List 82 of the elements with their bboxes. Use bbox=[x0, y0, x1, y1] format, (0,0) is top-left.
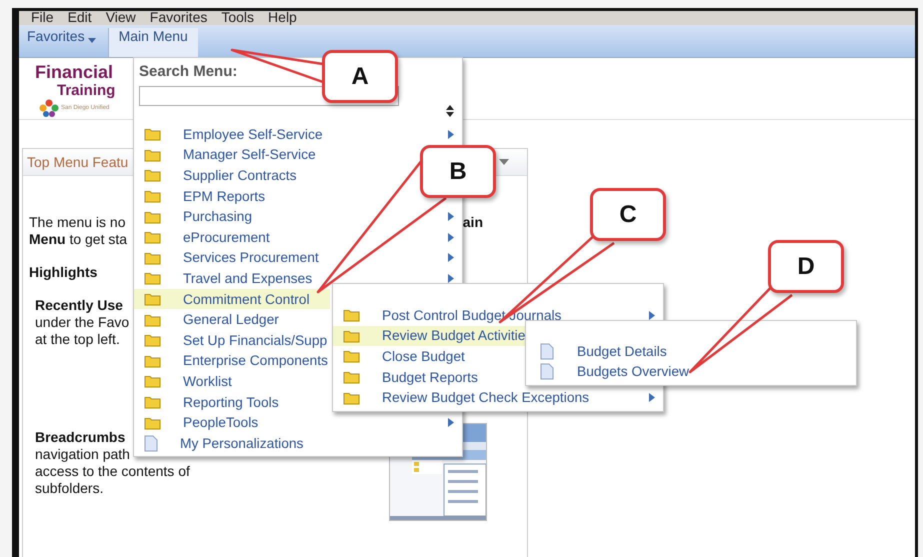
body-text: navigation path bbox=[35, 446, 130, 463]
folder-icon bbox=[144, 416, 161, 430]
menu-bar-item[interactable]: File bbox=[31, 11, 54, 25]
folder-icon bbox=[144, 312, 161, 327]
folder-icon bbox=[144, 250, 161, 265]
menu-item[interactable]: Employee Self-Service bbox=[134, 124, 462, 145]
submenu-arrow-icon bbox=[649, 310, 655, 320]
intro-text: The menu is no bbox=[29, 214, 126, 231]
submenu-arrow-icon bbox=[448, 212, 454, 222]
menu-bar-item[interactable]: Edit bbox=[68, 11, 92, 25]
document-icon bbox=[540, 363, 554, 380]
callout-label: B bbox=[420, 145, 496, 198]
document-icon bbox=[540, 342, 554, 360]
menu-item[interactable]: Close Budget bbox=[333, 346, 465, 367]
submenu-arrow-icon bbox=[649, 393, 655, 402]
menu-item[interactable]: Worklist bbox=[134, 371, 232, 392]
folder-icon bbox=[144, 333, 161, 348]
menu-bar-item[interactable]: Tools bbox=[221, 11, 254, 25]
menu-item[interactable]: My Personalizations bbox=[134, 432, 304, 454]
folder-icon bbox=[343, 308, 360, 322]
intro-text: ain bbox=[462, 214, 483, 231]
menu-item[interactable]: Manager Self-Service bbox=[134, 144, 316, 166]
folder-icon bbox=[144, 271, 161, 286]
dropdown-icon[interactable] bbox=[499, 159, 509, 165]
menu-item[interactable]: Post Control Budget Journals bbox=[333, 305, 663, 326]
body-text: access to the contents of bbox=[35, 463, 190, 480]
menu-bar-item[interactable]: View bbox=[106, 11, 136, 25]
folder-icon bbox=[144, 395, 161, 410]
callout-label: C bbox=[590, 188, 666, 241]
folder-icon bbox=[343, 390, 360, 405]
body-text: subfolders. bbox=[35, 480, 104, 497]
menu-item[interactable]: Budgets Overview bbox=[526, 362, 689, 382]
brand-subtitle: Training bbox=[57, 83, 116, 99]
folder-icon bbox=[144, 148, 161, 162]
folder-icon bbox=[144, 168, 161, 182]
sort-icon[interactable] bbox=[446, 105, 454, 117]
folder-icon bbox=[144, 210, 161, 224]
submenu-arrow-icon bbox=[448, 130, 454, 139]
menu-item[interactable]: Budget Reports bbox=[333, 366, 478, 388]
menu-item[interactable]: General Ledger bbox=[134, 309, 279, 330]
submenu-arrow-icon bbox=[448, 232, 454, 242]
document-icon bbox=[144, 434, 158, 452]
menu-item[interactable]: PeopleTools bbox=[134, 412, 462, 433]
callout-label: D bbox=[768, 240, 844, 293]
callout-label: A bbox=[322, 50, 398, 103]
menu-item[interactable]: Services Procurement bbox=[134, 248, 462, 268]
menu-item[interactable]: Travel and Expenses bbox=[134, 268, 462, 289]
submenu-arrow-icon bbox=[448, 274, 454, 283]
section-heading: Highlights bbox=[29, 264, 98, 281]
menu-item[interactable]: Supplier Contracts bbox=[134, 165, 296, 186]
menu-item[interactable]: Reporting Tools bbox=[134, 392, 279, 412]
subsection-heading: Recently Use bbox=[35, 297, 123, 314]
body-text: under the Favo bbox=[35, 314, 130, 331]
folder-icon bbox=[144, 292, 161, 306]
intro-text: Menu to get sta bbox=[29, 231, 128, 248]
menu-item[interactable]: Commitment Control bbox=[134, 288, 330, 310]
subsection-heading: Breadcrumbs bbox=[35, 429, 126, 446]
folder-icon bbox=[144, 374, 161, 388]
nav-tab[interactable]: Main Menu bbox=[108, 28, 198, 57]
search-menu-label: Search Menu: bbox=[139, 63, 238, 81]
menu-item[interactable]: EPM Reports bbox=[134, 186, 266, 206]
folder-icon bbox=[343, 370, 360, 384]
menu-item[interactable]: Purchasing bbox=[134, 206, 462, 227]
submenu-arrow-icon bbox=[448, 253, 454, 262]
brand-title: Financial bbox=[35, 61, 114, 83]
folder-icon bbox=[144, 230, 161, 244]
menu-item[interactable]: Set Up Financials/Supp bbox=[134, 330, 328, 351]
folder-icon bbox=[144, 354, 161, 368]
menu-item[interactable]: eProcurement bbox=[134, 226, 462, 248]
folder-icon bbox=[144, 127, 161, 142]
menu-item[interactable]: Enterprise Components bbox=[134, 350, 328, 372]
caret-icon bbox=[88, 38, 96, 43]
submenu-arrow-icon bbox=[448, 418, 454, 428]
star-logo-icon bbox=[39, 99, 59, 117]
body-text: at the top left. bbox=[35, 331, 120, 348]
menu-bar-item[interactable]: Help bbox=[268, 11, 297, 25]
folder-icon bbox=[343, 328, 360, 343]
menu-bar-item[interactable]: Favorites bbox=[150, 11, 208, 25]
pagelet-title: Top Menu Featu bbox=[27, 154, 128, 170]
folder-icon bbox=[343, 349, 360, 364]
menu-item[interactable]: Review Budget Check Exceptions bbox=[333, 387, 663, 408]
folder-icon bbox=[144, 189, 161, 204]
